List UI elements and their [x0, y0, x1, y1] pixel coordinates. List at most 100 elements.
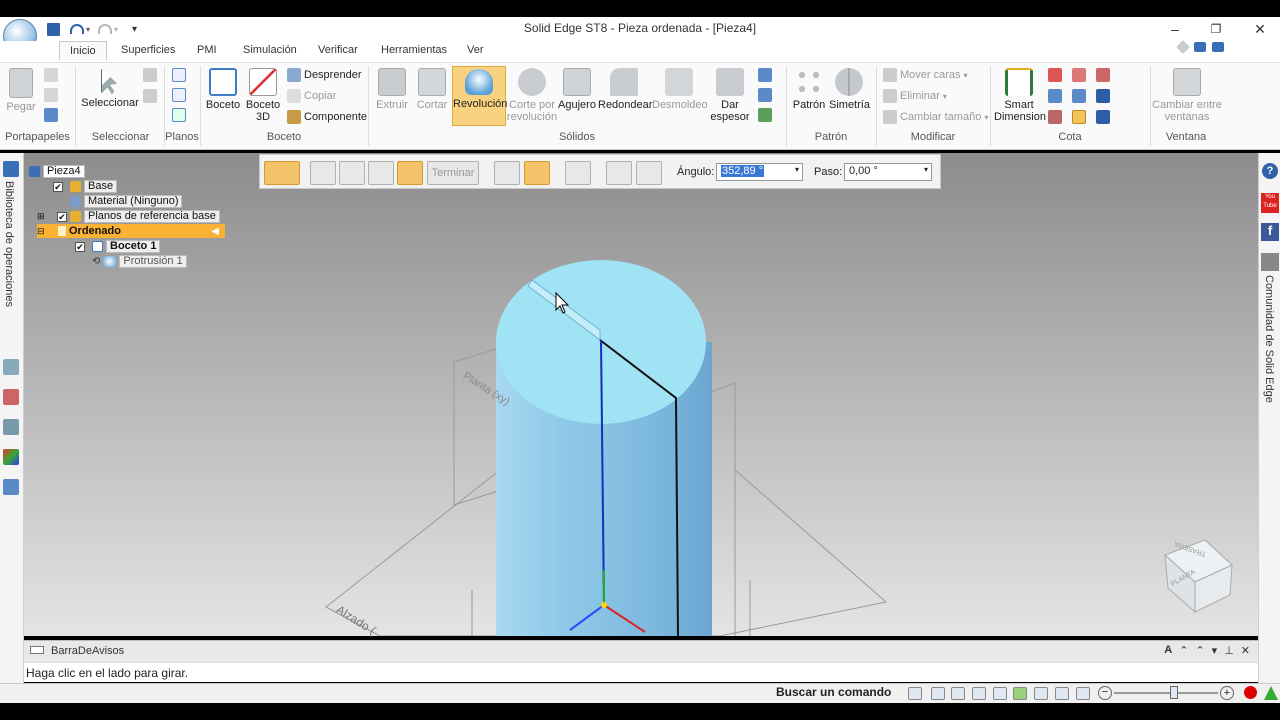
views-icon[interactable] [1055, 687, 1069, 700]
display-style-icon[interactable] [1076, 687, 1090, 700]
full-revolve-button[interactable] [606, 161, 632, 185]
cambiar-ventanas-button[interactable]: Cambiar entre ventanas [1152, 68, 1222, 123]
paso-input[interactable]: 0,00 ° ▾ [844, 163, 932, 181]
subtract-icon[interactable] [758, 108, 772, 122]
collapse-up-icon[interactable]: ⌃ [1179, 644, 1188, 657]
add-body-icon[interactable] [758, 68, 772, 82]
dar-espesor-button[interactable]: Dar espesor [706, 68, 754, 123]
feature-library-tab[interactable]: Biblioteca de operaciones [3, 161, 19, 307]
color-palette-icon[interactable] [3, 449, 19, 465]
keypoints-button[interactable] [494, 161, 520, 185]
arrange-icon[interactable] [1212, 42, 1224, 52]
union-icon[interactable] [758, 88, 772, 102]
zoom-icon[interactable] [951, 687, 965, 700]
cambiar-tamano-button[interactable]: Cambiar tamaño ▾ [883, 110, 988, 124]
corte-revolucion-button[interactable]: Corte por revolución [506, 68, 558, 123]
select-tools-icon[interactable] [143, 89, 157, 103]
terminar-button[interactable]: Terminar [427, 161, 479, 185]
simetria-button[interactable]: Simetría [829, 68, 870, 111]
tab-herramientas[interactable]: Herramientas [372, 43, 456, 57]
componente-button[interactable]: Componente [287, 110, 367, 124]
view-orient-icon[interactable] [1034, 687, 1048, 700]
boceto-3d-button[interactable]: Boceto 3D [245, 68, 281, 123]
dimension-toggle-icon[interactable] [1072, 110, 1086, 124]
fit-icon[interactable] [972, 687, 986, 700]
constraint-icon[interactable] [1048, 110, 1062, 124]
mover-caras-button[interactable]: Mover caras ▾ [883, 68, 968, 82]
community-icon[interactable] [1261, 253, 1279, 271]
tab-simulacion[interactable]: Simulación [234, 43, 306, 57]
plane-angle-icon[interactable] [172, 88, 186, 102]
layers-icon[interactable] [3, 359, 19, 375]
youtube-icon[interactable]: You Tube [1261, 193, 1279, 213]
redondear-button[interactable]: Redondear [598, 68, 652, 111]
coordinate-system-icon[interactable] [172, 108, 186, 122]
tab-verificar[interactable]: Verificar [309, 43, 367, 57]
close-button[interactable]: ✕ [1245, 20, 1275, 38]
expand-planos-icon[interactable]: ⊞ [37, 211, 46, 222]
tree-node-protrusion[interactable]: ⟲ Protrusión 1 [92, 255, 187, 268]
search-go-icon[interactable] [908, 687, 922, 700]
extent-step-button[interactable] [397, 161, 423, 185]
angulo-input[interactable]: 352,89 ° ▾ [716, 163, 803, 181]
cut-icon[interactable] [44, 68, 58, 82]
collapse-ordenado-icon[interactable]: ⊟ [37, 226, 46, 237]
rotate-icon[interactable] [1013, 687, 1027, 700]
axis-step-button[interactable] [368, 161, 394, 185]
smart-dimension-button[interactable]: Smart Dimension [994, 68, 1046, 123]
zoom-area-icon[interactable] [931, 687, 945, 700]
help-icon[interactable]: ? [1262, 163, 1278, 179]
symmetric-button[interactable] [565, 161, 591, 185]
coordinate-dimension-icon[interactable] [1096, 68, 1110, 82]
copy-icon[interactable] [44, 88, 58, 102]
tree-node-material[interactable]: Material (Ninguno) [70, 195, 183, 208]
cortar-button[interactable]: Cortar [414, 68, 450, 111]
zoom-in-icon[interactable]: + [1220, 686, 1234, 700]
minimize-button[interactable]: – [1160, 20, 1190, 38]
zoom-slider-track[interactable] [1114, 692, 1218, 694]
base-checkbox[interactable]: ✔ [53, 181, 63, 192]
desprender-button[interactable]: Desprender [287, 68, 361, 82]
search-command-label[interactable]: Buscar un comando [776, 685, 891, 699]
plane-icon[interactable] [172, 68, 186, 82]
desmoldeo-button[interactable]: Desmoldeo [652, 68, 708, 111]
plane-step-button[interactable] [310, 161, 336, 185]
tab-superficies[interactable]: Superficies [112, 43, 184, 57]
text-icon[interactable] [1096, 89, 1110, 103]
copiar-button[interactable]: Copiar [287, 89, 336, 103]
layout-icon[interactable] [1194, 42, 1206, 52]
format-painter-icon[interactable] [44, 108, 58, 122]
relate-icon[interactable] [1072, 89, 1086, 103]
angle-between-icon[interactable] [1072, 68, 1086, 82]
distance-between-icon[interactable] [1048, 68, 1062, 82]
angulo-dropdown-icon[interactable]: ▾ [795, 165, 799, 174]
filter-icon[interactable] [143, 68, 157, 82]
seleccionar-button[interactable]: Seleccionar [80, 68, 140, 109]
boceto-checkbox[interactable]: ✔ [75, 241, 85, 252]
pan-icon[interactable] [993, 687, 1007, 700]
eliminar-button[interactable]: Eliminar ▾ [883, 89, 947, 103]
font-size-up-icon[interactable]: A [1164, 644, 1172, 657]
symmetric-diameter-icon[interactable] [1048, 89, 1062, 103]
boceto-button[interactable]: Boceto [204, 68, 242, 111]
paso-dropdown-icon[interactable]: ▾ [924, 165, 928, 174]
assembly-icon[interactable] [3, 389, 19, 405]
font-size-icon[interactable] [1096, 110, 1110, 124]
sketch-step-button[interactable] [339, 161, 365, 185]
restore-button[interactable]: ❐ [1201, 20, 1231, 38]
zoom-slider-thumb[interactable] [1170, 686, 1178, 699]
tab-ver[interactable]: Ver [458, 43, 493, 57]
tab-pmi[interactable]: PMI [188, 43, 226, 57]
expand-up-icon[interactable]: ⌃ [1195, 644, 1204, 657]
diamond-icon[interactable] [1175, 39, 1191, 55]
patron-button[interactable]: Patrón [790, 68, 828, 111]
agujero-button[interactable]: Agujero [558, 68, 596, 111]
extruir-button[interactable]: Extruir [374, 68, 410, 111]
facebook-icon[interactable]: f [1261, 223, 1279, 241]
tree-root-pieza[interactable]: Pieza4 [29, 165, 85, 178]
zoom-out-icon[interactable]: − [1098, 686, 1112, 700]
properties-icon[interactable] [3, 479, 19, 495]
tools-icon[interactable] [3, 419, 19, 435]
tab-inicio[interactable]: Inicio [59, 41, 107, 60]
side-step-button[interactable] [636, 161, 662, 185]
